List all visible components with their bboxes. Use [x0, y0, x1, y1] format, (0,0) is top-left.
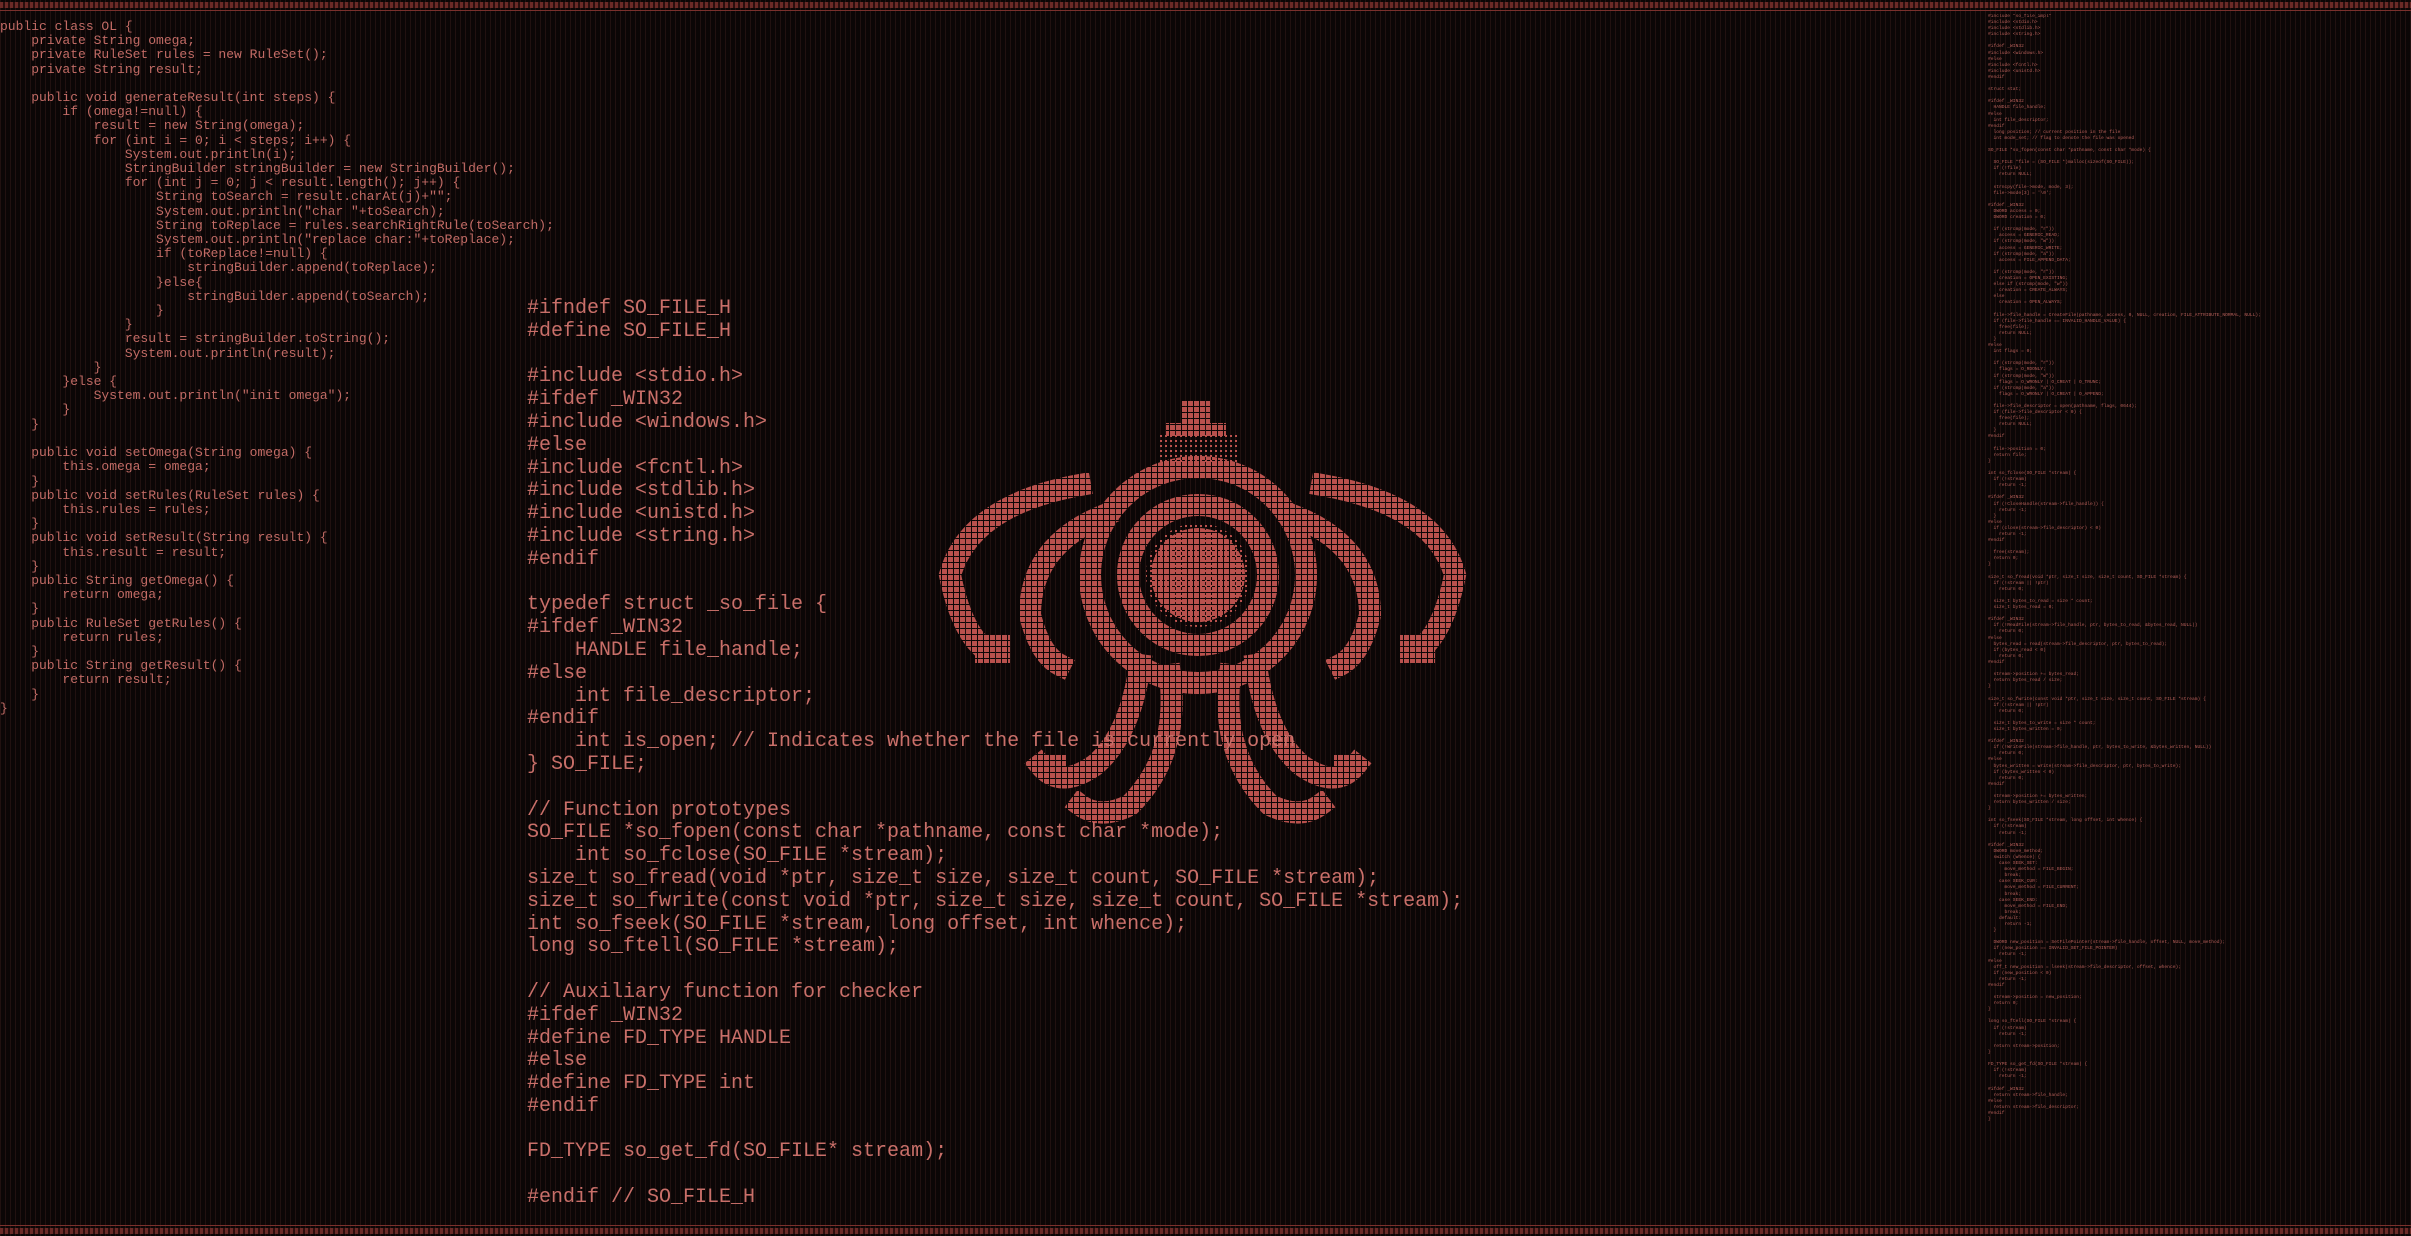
top-border-line	[0, 10, 2411, 11]
bottom-border-line	[0, 1225, 2411, 1226]
minimap-code-panel: #include "so_file_impl" #include <stdio.…	[1988, 14, 2261, 1122]
c-header-code-panel: #ifndef SO_FILE_H #define SO_FILE_H #inc…	[527, 297, 1464, 1210]
bottom-border	[0, 1228, 2411, 1234]
java-code-panel: public class OL { private String omega; …	[0, 19, 554, 716]
top-border	[0, 2, 2411, 8]
